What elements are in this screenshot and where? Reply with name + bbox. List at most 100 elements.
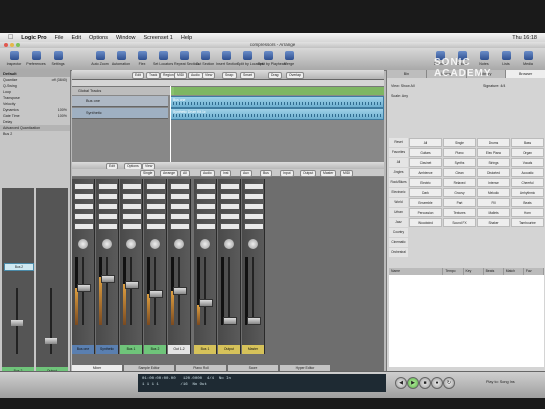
- transport-display[interactable]: 01:00:00:00.00 120.0000 4/4 No In 1 1 1 …: [138, 374, 386, 392]
- toolbar-button[interactable]: Split by Locators: [237, 51, 264, 66]
- category-button[interactable]: World: [389, 198, 408, 207]
- toolbar-button[interactable]: Flex: [132, 51, 152, 66]
- zoom-button[interactable]: [16, 43, 20, 47]
- io-slot[interactable]: [98, 223, 118, 230]
- arrange-menu[interactable]: Track: [146, 72, 161, 79]
- eq-slot[interactable]: [74, 193, 94, 200]
- cycle-region[interactable]: [170, 87, 384, 95]
- mixer-filter[interactable]: Output: [300, 170, 317, 177]
- browser-scale[interactable]: Scale: Any: [391, 94, 408, 98]
- play-to[interactable]: Play to: Song Ins: [486, 380, 515, 384]
- category-button[interactable]: Favorites: [389, 148, 408, 157]
- stop-button[interactable]: ■: [419, 377, 431, 389]
- results-column[interactable]: Tempo: [443, 268, 464, 275]
- menu-window[interactable]: Window: [116, 35, 136, 41]
- channel-name[interactable]: Bus 1: [194, 345, 216, 354]
- channel-name[interactable]: Bus 2: [144, 345, 166, 354]
- channel-name[interactable]: Master: [242, 345, 264, 354]
- rewind-button[interactable]: ◀: [395, 377, 407, 389]
- strip2-fader[interactable]: [45, 338, 57, 344]
- keyword-button[interactable]: Arrhythmic: [511, 188, 544, 197]
- menu-screenset[interactable]: Screenset 1: [144, 35, 173, 41]
- keyword-button[interactable]: Clean: [443, 168, 476, 177]
- keyword-button[interactable]: Melodic: [477, 188, 510, 197]
- category-button[interactable]: Country: [389, 228, 408, 237]
- arrange-menu[interactable]: Edit: [132, 72, 144, 79]
- fader-cap[interactable]: [125, 281, 139, 289]
- mixer-filter[interactable]: Bus: [260, 170, 272, 177]
- drag-menu[interactable]: Overlap: [286, 72, 304, 79]
- mixer-filter[interactable]: Inst: [220, 170, 232, 177]
- channel-name[interactable]: Synthetic: [96, 345, 118, 354]
- global-tracks[interactable]: Global Tracks: [72, 87, 174, 95]
- send-slot[interactable]: [244, 213, 264, 220]
- toolbar-button[interactable]: Set Locators: [153, 51, 173, 66]
- keyword-button[interactable]: Synths: [443, 158, 476, 167]
- keyword-button[interactable]: Horn: [511, 208, 544, 217]
- toolbar-button[interactable]: Split by Playhead: [258, 51, 286, 66]
- keyword-button[interactable]: Piano: [443, 148, 476, 157]
- keyword-button[interactable]: Ensemble: [409, 198, 442, 207]
- pan-knob[interactable]: [174, 239, 184, 249]
- pan-knob[interactable]: [102, 239, 112, 249]
- eq-slot[interactable]: [196, 193, 216, 200]
- send-slot[interactable]: [122, 213, 142, 220]
- keyword-button[interactable]: Intense: [477, 178, 510, 187]
- insert-slot[interactable]: [244, 203, 264, 210]
- arrange-menu[interactable]: View: [202, 72, 216, 79]
- pan-knob[interactable]: [78, 239, 88, 249]
- setting-slot[interactable]: [146, 183, 166, 190]
- channel-name[interactable]: Bus one: [72, 345, 94, 354]
- channel-name[interactable]: Bus 1: [120, 345, 142, 354]
- browser-tab[interactable]: Bin: [387, 70, 427, 78]
- keyword-button[interactable]: Acoustic: [511, 168, 544, 177]
- toolbar-button[interactable]: Settings: [48, 51, 68, 66]
- menu-app[interactable]: Logic Pro: [21, 35, 46, 41]
- category-button[interactable]: Orchestral: [389, 248, 408, 257]
- insert-slot[interactable]: [74, 203, 94, 210]
- io-slot[interactable]: [244, 223, 264, 230]
- channel-name[interactable]: Output: [218, 345, 240, 354]
- inspector-bus[interactable]: Bus 2: [0, 131, 70, 137]
- toolbar-button[interactable]: Repeat Section: [174, 51, 199, 66]
- fader-cap[interactable]: [223, 317, 237, 325]
- track-header-2[interactable]: Synthetic: [72, 108, 168, 119]
- eq-slot[interactable]: [244, 193, 264, 200]
- record-button[interactable]: ●: [431, 377, 443, 389]
- keyword-button[interactable]: Ambience: [409, 168, 442, 177]
- keyword-button[interactable]: Clavinet: [409, 158, 442, 167]
- io-slot[interactable]: [122, 223, 142, 230]
- keyword-button[interactable]: Relaxed: [443, 178, 476, 187]
- mixer-filter[interactable]: MIDI: [340, 170, 354, 177]
- setting-slot[interactable]: [98, 183, 118, 190]
- keyword-button[interactable]: Groovy: [443, 188, 476, 197]
- keyword-button[interactable]: Single: [443, 138, 476, 147]
- channel-name[interactable]: Out 1-2: [168, 345, 190, 354]
- playhead[interactable]: [170, 86, 171, 162]
- insert-slot[interactable]: [220, 203, 240, 210]
- strip1-fader[interactable]: [11, 320, 23, 326]
- fader-cap[interactable]: [77, 284, 91, 292]
- send-slot[interactable]: [146, 213, 166, 220]
- eq-slot[interactable]: [98, 193, 118, 200]
- results-column[interactable]: Name: [389, 268, 444, 275]
- category-button[interactable]: Jingles: [389, 168, 408, 177]
- setting-slot[interactable]: [196, 183, 216, 190]
- io-slot[interactable]: [74, 223, 94, 230]
- insert-slot[interactable]: [196, 203, 216, 210]
- region-1[interactable]: Bus one: [170, 96, 384, 108]
- close-button[interactable]: [4, 43, 8, 47]
- track-header-1[interactable]: Bus one: [72, 96, 168, 107]
- minimize-button[interactable]: [10, 43, 14, 47]
- category-button[interactable]: Rock/Blues: [389, 178, 408, 187]
- keyword-button[interactable]: Cheerful: [511, 178, 544, 187]
- toolbar-button[interactable]: Inspector: [4, 51, 24, 66]
- toolbar-button[interactable]: Insert Section: [216, 51, 238, 66]
- fader-cap[interactable]: [149, 290, 163, 298]
- insert-slot[interactable]: [122, 203, 142, 210]
- eq-slot[interactable]: [122, 193, 142, 200]
- toolbar-button[interactable]: Cut Section: [195, 51, 215, 66]
- mixer-filter[interactable]: Arrange: [160, 170, 179, 177]
- browser-view[interactable]: View: Show All: [391, 84, 415, 88]
- keyword-button[interactable]: Electric: [409, 178, 442, 187]
